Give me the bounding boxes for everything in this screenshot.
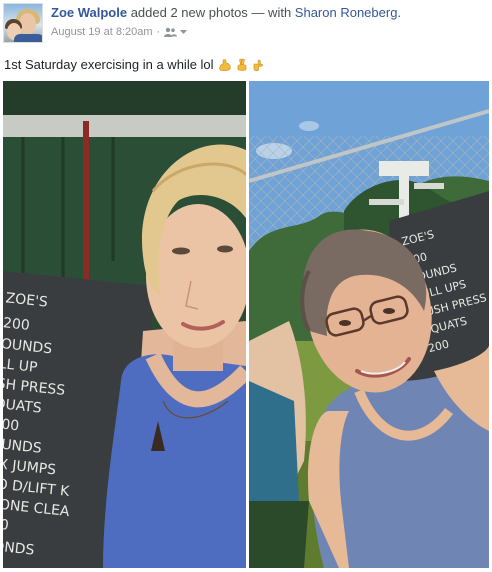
- post-photo-1[interactable]: ZOE'S 200 OUNDS LL UP SH PRESS QUATS 200…: [3, 81, 246, 568]
- chalk-line: 200: [3, 416, 20, 435]
- with-separator: — with: [251, 5, 292, 20]
- meta-separator: ·: [156, 26, 161, 38]
- caption-emoji-row: [218, 58, 266, 72]
- post-action-text: added 2 new photos: [130, 5, 248, 20]
- caption-text: 1st Saturday exercising in a while lol: [4, 57, 214, 72]
- post-photo-2[interactable]: ZOE'S 200 POUNDS PULL UPS PUSH PRESS SQU…: [249, 81, 489, 568]
- crossed-fingers-emoji: [235, 58, 249, 72]
- chalk-line: LL UP: [3, 356, 38, 376]
- chevron-down-icon: [180, 30, 188, 34]
- author-avatar[interactable]: [3, 3, 43, 43]
- flexed-biceps-emoji: [218, 58, 232, 72]
- audience-selector[interactable]: [164, 27, 188, 37]
- post-header: Zoe Walpole added 2 new photos — with Sh…: [51, 5, 401, 21]
- post-caption: 1st Saturday exercising in a while lol: [4, 56, 266, 74]
- tagged-person-link[interactable]: Sharon Roneberg: [295, 5, 398, 20]
- chalk-line: 200: [3, 315, 30, 334]
- feed-post: Zoe Walpole added 2 new photos — with Sh…: [0, 0, 492, 572]
- friends-icon: [164, 27, 178, 37]
- post-timestamp-link[interactable]: August 19 at 8:20am: [51, 24, 153, 40]
- pointing-right-emoji: [252, 58, 266, 72]
- author-name-link[interactable]: Zoe Walpole: [51, 5, 127, 20]
- post-meta: August 19 at 8:20am ·: [51, 24, 188, 40]
- header-period: .: [397, 5, 402, 20]
